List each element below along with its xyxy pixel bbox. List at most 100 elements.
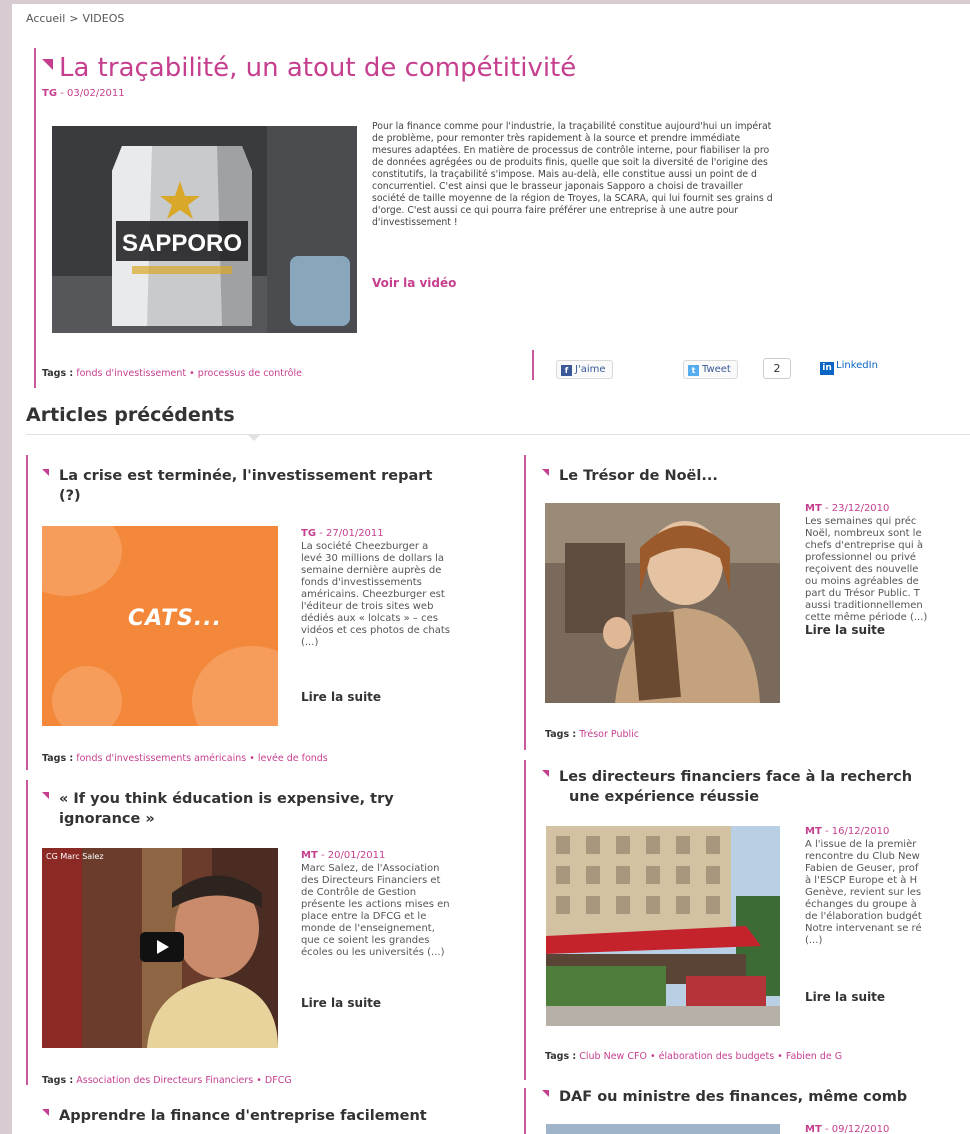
tag-link[interactable]: DFCG xyxy=(265,1075,292,1086)
read-more-link[interactable]: Lire la suite xyxy=(805,623,885,637)
read-more-link[interactable]: Lire la suite xyxy=(301,996,381,1010)
excerpt-line: échanges du groupe à xyxy=(805,899,917,910)
article-thumbnail[interactable] xyxy=(546,1124,780,1134)
excerpt-line: vidéos et ces photos de chats xyxy=(301,625,450,636)
tags-label: Tags : xyxy=(545,1051,577,1062)
tags-label: Tags : xyxy=(42,1075,74,1086)
article-author: TG xyxy=(301,528,317,539)
article-flag-icon xyxy=(542,770,549,777)
section-divider xyxy=(26,434,970,435)
main-article-video-thumbnail[interactable]: SAPPORO xyxy=(52,126,357,333)
facebook-like-button[interactable]: f J'aime xyxy=(556,360,613,379)
article-date: 09/12/2010 xyxy=(831,1124,890,1134)
article-flag-icon xyxy=(42,792,49,799)
tag-separator: • xyxy=(256,1075,262,1086)
tag-link[interactable]: Trésor Public xyxy=(579,729,639,740)
page-title[interactable]: La traçabilité, un atout de compétitivit… xyxy=(42,53,576,83)
tags-label: Tags : xyxy=(545,729,577,740)
summary-line: de données agrégées ou de produits finis… xyxy=(372,157,768,168)
excerpt-line: Fabien de Geuser, prof xyxy=(805,863,919,874)
tag-link[interactable]: fonds d'investissement xyxy=(76,368,186,379)
cats-decoration xyxy=(42,526,122,596)
excerpt-line: présente les actions mises en xyxy=(301,899,450,910)
tag-link[interactable]: Association des Directeurs Financiers xyxy=(76,1075,253,1086)
excerpt-line: Genève, revient sur les xyxy=(805,887,922,898)
excerpt-line: Marc Salez, de l'Association xyxy=(301,863,440,874)
summary-line: société de taille moyenne de la région d… xyxy=(372,193,773,204)
article-author: MT xyxy=(805,1124,822,1134)
tag-link[interactable]: fonds d'investissements américains xyxy=(76,753,246,764)
article-flag-icon xyxy=(542,1090,549,1097)
article-date: 20/01/2011 xyxy=(327,850,386,861)
excerpt-line: à l'ESCP Europe et à H xyxy=(805,875,918,886)
read-more-link[interactable]: Lire la suite xyxy=(805,990,885,1004)
article-date: 23/12/2010 xyxy=(831,503,890,514)
article-title-line: « If you think éducation is expensive, t… xyxy=(59,791,394,807)
page-border-top xyxy=(0,0,970,4)
page: Accueil > VIDEOS La traçabilité, un atout … xyxy=(0,0,970,1134)
excerpt-line: monde de l'enseignement, xyxy=(301,923,435,934)
title-flag-icon xyxy=(42,59,53,70)
tweet-button[interactable]: t Tweet xyxy=(683,360,738,379)
tag-link[interactable]: levée de fonds xyxy=(258,753,328,764)
article-flag-icon xyxy=(42,1109,49,1116)
article-meta: MT - 23/12/2010 xyxy=(805,503,890,514)
excerpt-line: rencontre du Club New xyxy=(805,851,920,862)
article-title[interactable]: « If you think éducation is expensive, t… xyxy=(42,789,512,829)
summary-line: concurrentiel. C'est ainsi que le brasse… xyxy=(372,181,743,192)
breadcrumb-current: VIDEOS xyxy=(82,12,125,25)
main-article-summary: Pour la finance comme pour l'industrie, … xyxy=(372,121,970,229)
tags-label: Tags : xyxy=(42,368,74,379)
article-accent-bar xyxy=(524,1088,526,1134)
tweet-count: 2 xyxy=(763,358,791,379)
linkedin-share-button[interactable]: in LinkedIn xyxy=(820,360,878,375)
excerpt-line: de l'élaboration budgét xyxy=(805,911,922,922)
summary-line: constitutifs, la traçabilité s'impose. M… xyxy=(372,169,757,180)
excerpt-line: américains. Cheezburger est xyxy=(301,589,445,600)
article-thumbnail[interactable] xyxy=(546,826,780,1026)
main-tags: Tags : fonds d'investissement • processu… xyxy=(42,368,302,379)
excerpt-line: semaine dernière auprès de xyxy=(301,565,442,576)
article-thumbnail[interactable] xyxy=(545,503,780,703)
read-more-link[interactable]: Lire la suite xyxy=(301,690,381,704)
excerpt-line: ou moins agréables de xyxy=(805,576,919,587)
linkedin-label: LinkedIn xyxy=(836,360,878,371)
excerpt-line: Noël, nombreux sont le xyxy=(805,528,922,539)
article-thumbnail-cats[interactable]: CATS... xyxy=(42,526,278,726)
excerpt-line: Notre intervenant se ré xyxy=(805,923,922,934)
linkedin-icon: in xyxy=(820,362,834,375)
tag-link[interactable]: Fabien de G xyxy=(786,1051,842,1062)
breadcrumb: Accueil > VIDEOS xyxy=(26,12,124,25)
article-accent-bar xyxy=(524,760,526,1080)
play-icon[interactable] xyxy=(140,932,184,962)
video-caption: CG Marc Salez xyxy=(46,852,104,861)
excerpt-line: (...) xyxy=(301,637,319,648)
excerpt-line: part du Trésor Public. T xyxy=(805,588,920,599)
excerpt-line: Les semaines qui préc xyxy=(805,516,917,527)
tag-link[interactable]: élaboration des budgets xyxy=(659,1051,775,1062)
excerpt-line: (...) xyxy=(805,935,823,946)
article-accent-bar xyxy=(26,780,28,1085)
article-title-line: une expérience réussie xyxy=(569,789,760,805)
article-video-thumbnail[interactable]: CG Marc Salez xyxy=(42,848,278,1048)
tag-link[interactable]: processus de contrôle xyxy=(198,368,302,379)
article-title[interactable]: Les directeurs financiers face à la rech… xyxy=(542,767,970,807)
cats-decoration xyxy=(52,666,122,726)
article-title[interactable]: La crise est terminée, l'investissement … xyxy=(42,466,512,506)
article-title[interactable]: DAF ou ministre des finances, même comb xyxy=(542,1087,970,1107)
article-title-line: Les directeurs financiers face à la rech… xyxy=(559,769,913,785)
social-divider xyxy=(532,350,534,380)
article-meta: MT - 20/01/2011 xyxy=(301,850,386,861)
breadcrumb-home-link[interactable]: Accueil xyxy=(26,12,65,25)
section-heading: Articles précédents xyxy=(26,404,235,426)
article-title[interactable]: Apprendre la finance d'entreprise facile… xyxy=(42,1106,522,1126)
tag-link[interactable]: Club New CFO xyxy=(579,1051,647,1062)
article-tags: Tags : fonds d'investissements américain… xyxy=(42,753,328,764)
article-title-line: Le Trésor de Noël... xyxy=(559,468,718,484)
watch-video-link[interactable]: Voir la vidéo xyxy=(372,276,456,290)
article-accent-bar xyxy=(26,455,28,770)
excerpt-line: écoles ou les universités (...) xyxy=(301,947,445,958)
article-title[interactable]: Le Trésor de Noël... xyxy=(542,466,970,486)
breadcrumb-separator: > xyxy=(69,12,79,25)
excerpt-line: reçoivent des nouvelle xyxy=(805,564,919,575)
